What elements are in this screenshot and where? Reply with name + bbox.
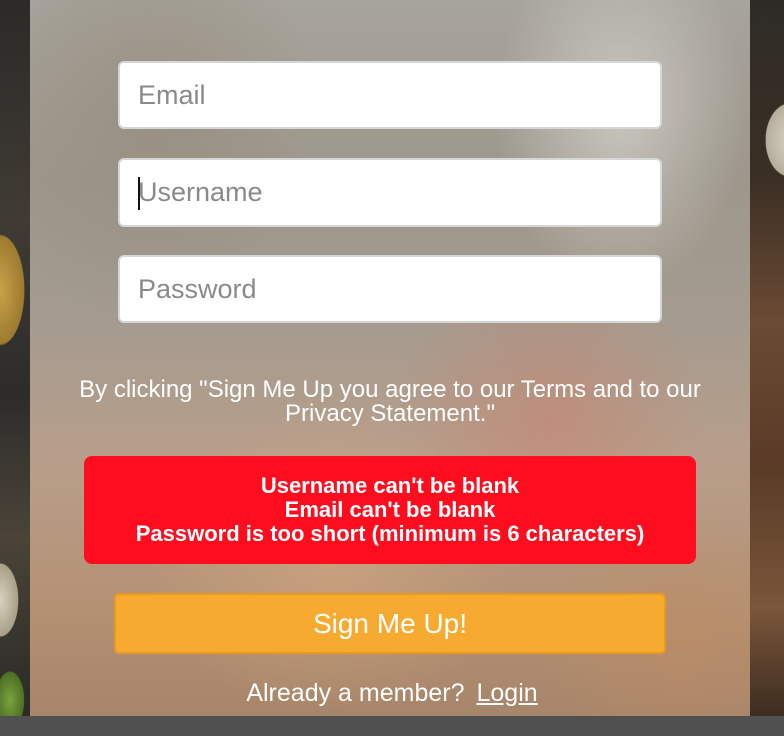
email-field[interactable]: [118, 61, 662, 129]
text-cursor: [138, 177, 140, 210]
login-link[interactable]: Login: [476, 679, 537, 707]
login-prompt: Already a member? Login: [0, 678, 784, 708]
error-message: Username can't be blank: [260, 473, 520, 498]
bottom-bar: [0, 716, 784, 736]
username-field[interactable]: [118, 158, 662, 227]
background-photo-left: [0, 0, 30, 716]
sign-me-up-button[interactable]: Sign Me Up!: [114, 593, 666, 654]
terms-notice: By clicking "Sign Me Up you agree to our…: [79, 376, 701, 427]
signup-screen: By clicking "Sign Me Up you agree to our…: [0, 0, 784, 736]
background-photo-right: [750, 0, 784, 716]
error-messages: Username can't be blank Email can't be b…: [84, 456, 696, 564]
password-field[interactable]: [118, 255, 662, 323]
error-message: Email can't be blank: [284, 497, 496, 522]
member-prompt-text: Already a member?: [246, 679, 465, 707]
error-message: Password is too short (minimum is 6 char…: [135, 521, 645, 546]
